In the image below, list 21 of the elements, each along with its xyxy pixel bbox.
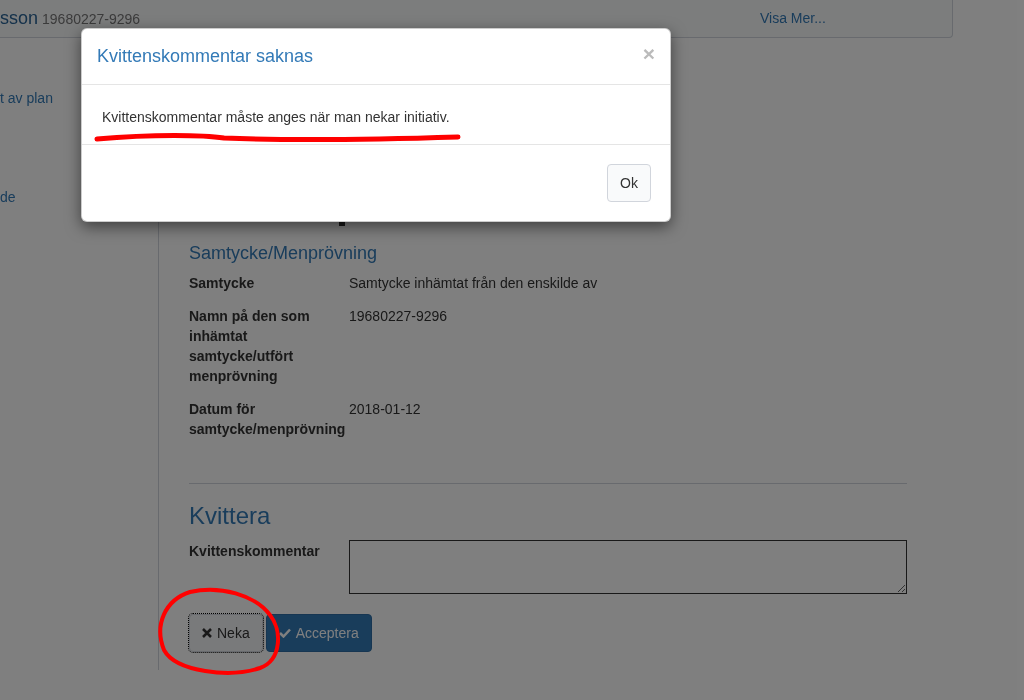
cross-icon <box>202 628 212 638</box>
accept-button[interactable]: Acceptera <box>265 614 372 652</box>
modal-title: Kvittenskommentar saknas <box>97 45 314 68</box>
field-value: 19680227-9296 <box>349 307 448 326</box>
patient-name: sson <box>0 7 39 30</box>
field-value: Samtycke inhämtat från den enskilde av <box>349 274 598 293</box>
deny-button[interactable]: Neka <box>189 614 263 652</box>
ok-button[interactable]: Ok <box>607 164 651 202</box>
close-button[interactable]: × <box>642 43 655 64</box>
field-label: Samtycke <box>189 274 256 293</box>
comment-field[interactable] <box>349 540 907 594</box>
id-number: 19680227-9296 <box>42 10 141 29</box>
check-icon <box>278 628 291 638</box>
field-label: Namn på den som inhämtat samtycke/utfört menprövning <box>189 307 311 386</box>
field-label: Kvittenskommentar <box>189 542 321 561</box>
field-label: Datum för samtycke/menprövning <box>189 400 347 439</box>
section-heading: Samtycke/Menprövning <box>189 242 379 265</box>
modal-message: Kvittenskommentar måste anges när man nekar initiativ. <box>102 109 450 125</box>
visa-mer-link[interactable]: Visa Mer... <box>760 8 826 29</box>
field-value: 2018-01-12 <box>349 400 421 419</box>
section-heading: Kvittera <box>189 502 272 530</box>
